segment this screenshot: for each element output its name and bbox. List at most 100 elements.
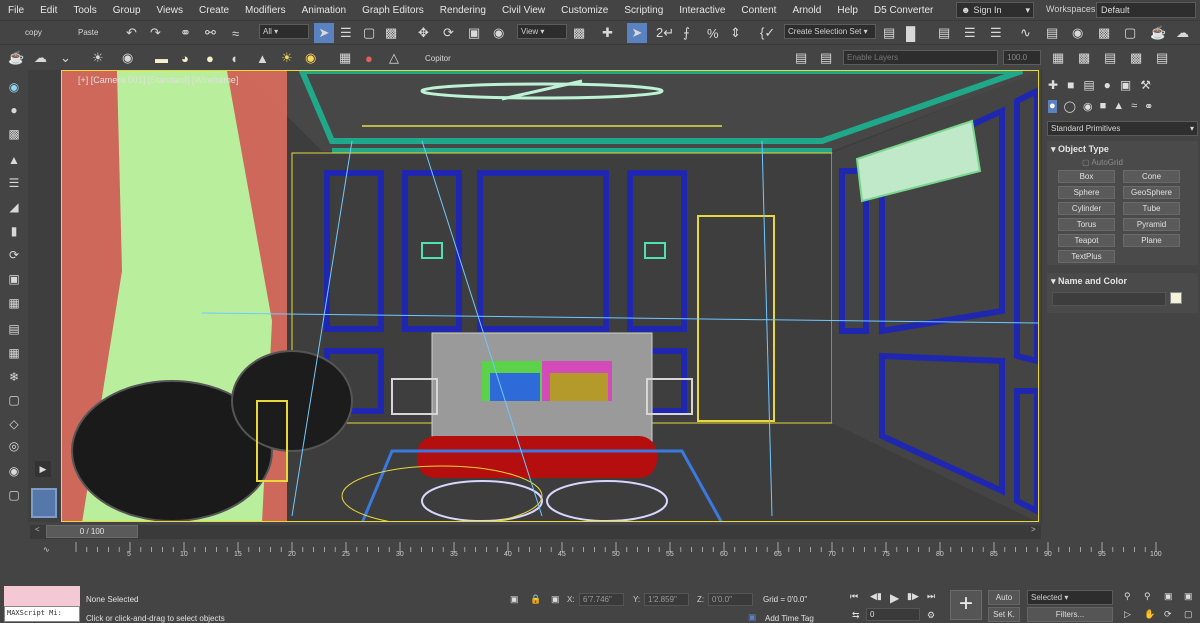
field-of-view-icon[interactable]: ▷ — [1124, 609, 1131, 620]
workspace-select[interactable]: Default — [1096, 2, 1196, 18]
angle-snap-icon[interactable]: ⨍ — [683, 23, 690, 43]
time-tag-icon[interactable]: ▣ — [748, 612, 757, 623]
hierarchy-tab-icon[interactable]: ▤ — [1083, 78, 1094, 92]
percent-snap-icon[interactable]: % — [707, 23, 719, 43]
bulb-icon[interactable]: ◉ — [6, 464, 22, 478]
bulb-icon[interactable]: ◉ — [305, 48, 316, 68]
layer-add-icon[interactable]: ▤ — [820, 48, 832, 68]
object-name-input[interactable] — [1052, 292, 1166, 306]
render-setup-icon[interactable]: ▩ — [1098, 23, 1110, 43]
geometry-icon[interactable]: ● — [1048, 100, 1057, 113]
geosphere-button[interactable]: GeoSphere — [1123, 186, 1180, 199]
keyboard-shortcut-override-icon[interactable]: ➤ — [627, 23, 647, 43]
zoom-extents-all-icon[interactable]: ▣ — [1184, 591, 1193, 602]
object-type-header[interactable]: ▾ Object Type — [1047, 141, 1198, 158]
name-and-color-header[interactable]: ▾ Name and Color — [1047, 273, 1198, 290]
plane-primitive-icon[interactable]: ▬ — [155, 48, 168, 68]
menu-scripting[interactable]: Scripting — [616, 5, 671, 16]
select-object-icon[interactable]: ➤ — [314, 23, 334, 43]
orbit-icon[interactable]: ⟳ — [1164, 609, 1172, 620]
opacity-field[interactable]: 100.0 — [1003, 50, 1041, 65]
region-select-icon[interactable]: ▢ — [363, 23, 375, 43]
layout-icon[interactable]: ▤ — [1104, 48, 1116, 68]
snaps-toggle-icon[interactable]: 2↵ — [656, 23, 674, 43]
render-setup-icon[interactable]: △ — [389, 48, 399, 68]
space-warps-icon[interactable]: ≈ — [1131, 100, 1137, 113]
object-category-select[interactable]: Standard Primitives ▾ — [1047, 121, 1198, 136]
key-filter-select[interactable]: Selected ▾ — [1027, 590, 1113, 605]
sphere-button[interactable]: Sphere — [1058, 186, 1115, 199]
curve-editor-icon[interactable]: ∿ — [1020, 23, 1031, 43]
teapot-icon[interactable]: ☕ — [8, 48, 24, 68]
wall-icon[interactable]: ▣ — [6, 272, 22, 286]
cylinder-icon[interactable]: ◇ — [6, 417, 22, 431]
named-selection-set-select[interactable]: Create Selection Set ▾ — [784, 24, 876, 39]
tree-icon[interactable]: ▲ — [6, 153, 22, 167]
auto-key-button[interactable]: Auto — [988, 590, 1020, 605]
utilities-tab-icon[interactable]: ⚒ — [1140, 78, 1151, 92]
zoom-extents-icon[interactable]: ▣ — [1164, 591, 1173, 602]
toggle-scene-explorer-icon[interactable]: ▤ — [938, 23, 950, 43]
go-to-start-icon[interactable]: ⏮ — [850, 591, 858, 602]
menu-help[interactable]: Help — [829, 5, 866, 16]
hemisphere-icon[interactable]: ◕ — [181, 48, 189, 68]
select-by-name-icon[interactable]: ☰ — [340, 23, 352, 43]
cylinder-button[interactable]: Cylinder — [1058, 202, 1115, 215]
expand-layout-tab-icon[interactable]: ▶ — [35, 461, 51, 477]
cloud-icon[interactable]: ☁ — [34, 48, 47, 68]
y-coordinate-field[interactable]: 1'2.859" — [644, 593, 689, 606]
teapot-button[interactable]: Teapot — [1058, 234, 1115, 247]
unlink-icon[interactable]: ⚯ — [205, 23, 216, 43]
window-icon[interactable]: ▦ — [6, 346, 22, 360]
key-filters-button[interactable]: Filters... — [1027, 607, 1113, 622]
time-configuration-icon[interactable]: ⚙ — [927, 610, 935, 621]
copitor-button[interactable]: Copitor — [425, 54, 451, 63]
paste-button[interactable]: Paste — [78, 28, 98, 37]
create-tab-icon[interactable]: ✚ — [1048, 78, 1058, 92]
menu-tools[interactable]: Tools — [65, 5, 104, 16]
bulb-icon[interactable]: ◉ — [6, 80, 22, 94]
tube-button[interactable]: Tube — [1123, 202, 1180, 215]
grid-icon[interactable]: ▦ — [1052, 48, 1064, 68]
menu-animation[interactable]: Animation — [294, 5, 354, 16]
sun-icon[interactable]: ☀ — [281, 48, 293, 68]
render-in-cloud-icon[interactable]: ☁ — [1176, 23, 1189, 43]
named-selection-icon[interactable]: {✓ — [760, 23, 775, 43]
helper-icon[interactable]: ◎ — [6, 439, 22, 453]
viewport-layout-thumbnail[interactable] — [31, 488, 57, 518]
autogrid-checkbox[interactable]: ▢ AutoGrid — [1082, 158, 1123, 167]
bowl-icon[interactable]: ◖ — [230, 48, 238, 68]
rotate-icon[interactable]: ⟳ — [6, 248, 22, 262]
play-icon[interactable]: ▶ — [890, 591, 899, 605]
box-button[interactable]: Box — [1058, 170, 1115, 183]
time-slider-track[interactable] — [30, 525, 1041, 539]
pyramid-button[interactable]: Pyramid — [1123, 218, 1180, 231]
spinner-snap-icon[interactable]: ⇕ — [730, 23, 741, 43]
menu-civil-view[interactable]: Civil View — [494, 5, 553, 16]
absolute-mode-icon[interactable]: ▣ — [551, 594, 560, 605]
stairs-icon[interactable]: ◢ — [6, 200, 22, 214]
menu-graph-editors[interactable]: Graph Editors — [354, 5, 432, 16]
layer-select[interactable]: Enable Layers — [843, 50, 998, 65]
copy-button[interactable]: copy — [25, 28, 42, 37]
menu-customize[interactable]: Customize — [553, 5, 616, 16]
torus-button[interactable]: Torus — [1058, 218, 1115, 231]
maxscript-listener[interactable] — [4, 586, 80, 606]
current-frame-field[interactable]: 0 — [866, 608, 920, 621]
sphere-icon[interactable]: ● — [6, 103, 22, 117]
menu-modifiers[interactable]: Modifiers — [237, 5, 294, 16]
cone-icon[interactable]: ▲ — [256, 48, 269, 68]
menu-file[interactable]: File — [0, 5, 32, 16]
layer-manager-icon[interactable]: ☰ — [990, 23, 1002, 43]
window-crossing-icon[interactable]: ▩ — [385, 23, 397, 43]
textplus-button[interactable]: TextPlus — [1058, 250, 1115, 263]
menu-rendering[interactable]: Rendering — [432, 5, 494, 16]
next-frame-icon[interactable]: ▮▶ — [907, 591, 919, 602]
shader-ball-icon[interactable]: ● — [365, 48, 373, 68]
swatch-icon[interactable]: ▩ — [1078, 48, 1090, 68]
menu-content[interactable]: Content — [733, 5, 784, 16]
previous-frame-icon[interactable]: < — [35, 525, 40, 534]
viewport-label[interactable]: [+] [Camera 001] [Standard] [Wireframe] — [78, 75, 238, 85]
layer-explorer-icon[interactable]: ☰ — [964, 23, 976, 43]
helpers-icon[interactable]: ▲ — [1113, 100, 1124, 113]
